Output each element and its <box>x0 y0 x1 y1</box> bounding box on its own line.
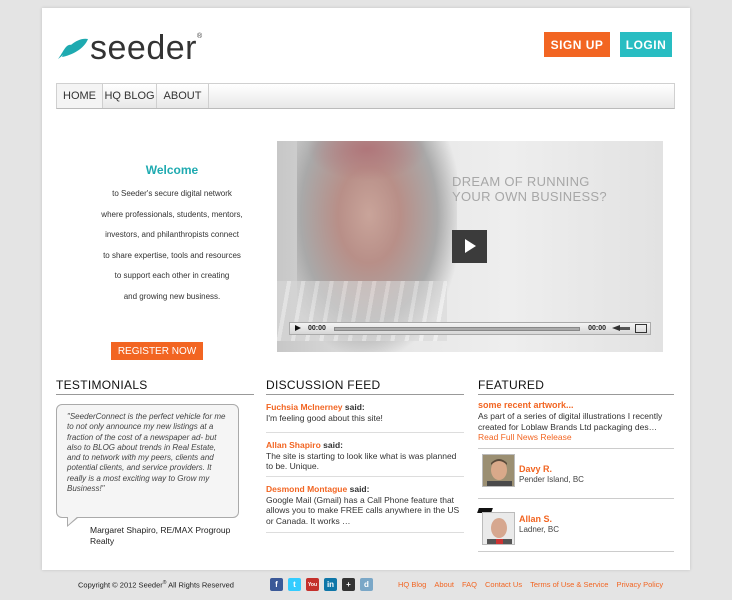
login-button[interactable]: LOGIN <box>620 32 672 57</box>
twitter-icon[interactable]: t <box>288 578 301 591</box>
logo-registered-mark: ® <box>196 32 203 40</box>
video-caption-line: YOUR OWN BUSINESS? <box>452 189 607 204</box>
featured-person-name[interactable]: Allan S. <box>519 514 552 524</box>
delicious-icon[interactable]: d <box>360 578 373 591</box>
nav-hq-blog[interactable]: HQ BLOG <box>103 84 157 108</box>
welcome-title: Welcome <box>145 163 199 177</box>
discussion-author-link[interactable]: Fuchsia McInerney <box>266 402 343 412</box>
video-progress-bar[interactable] <box>333 326 581 331</box>
said-label: said: <box>349 484 370 494</box>
copyright-suffix: All Rights Reserved <box>166 580 234 590</box>
testimonials-title: TESTIMONIALS <box>56 378 148 392</box>
divider <box>266 532 464 533</box>
discussion-feed-title: DISCUSSION FEED <box>266 378 381 392</box>
welcome-line: and growing new business. <box>123 291 221 301</box>
copyright-prefix: Copyright © 2012 Seeder <box>78 580 163 590</box>
footer-link-faq[interactable]: FAQ <box>462 580 477 589</box>
video-caption-line: DREAM OF RUNNING <box>452 174 590 189</box>
discussion-author-link[interactable]: Desmond Montague <box>266 484 347 494</box>
video-thumbnail-detail <box>307 141 427 181</box>
said-label: said: <box>323 440 344 450</box>
welcome-line: where professionals, students, mentors, <box>101 209 243 219</box>
welcome-line: to share expertise, tools and resources <box>103 250 241 260</box>
testimonial-author: Margaret Shapiro, RE/MAX Progroup Realty <box>90 525 231 546</box>
video-player[interactable]: DREAM OF RUNNING YOUR OWN BUSINESS? 00:0… <box>277 141 663 352</box>
footer-links: HQ Blog About FAQ Contact Us Terms of Us… <box>398 580 663 589</box>
page-container: seeder ® SIGN UP LOGIN HOME HQ BLOG ABOU… <box>42 8 690 570</box>
facebook-glyph: f <box>275 580 278 589</box>
featured-person-location: Ladner, BC <box>519 525 560 534</box>
main-nav: HOME HQ BLOG ABOUT <box>56 83 675 109</box>
footer-link-privacy[interactable]: Privacy Policy <box>616 580 663 589</box>
seeder-logo[interactable]: seeder ® <box>56 28 202 68</box>
discussion-text: I'm feeling good about this site! <box>266 412 383 423</box>
video-caption: DREAM OF RUNNING YOUR OWN BUSINESS? <box>452 174 607 204</box>
avatar[interactable] <box>482 512 515 545</box>
divider <box>478 448 674 449</box>
discussion-text: Google Mail (Gmail) has a Call Phone fea… <box>266 494 460 526</box>
volume-icon[interactable] <box>610 324 632 333</box>
footer-link-about[interactable]: About <box>434 580 454 589</box>
divider <box>266 432 464 433</box>
divider <box>478 498 674 499</box>
news-title-link[interactable]: some recent artwork... <box>478 400 574 410</box>
divider <box>478 394 674 395</box>
delicious-glyph: d <box>364 580 369 589</box>
nav-about[interactable]: ABOUT <box>157 84 209 108</box>
plus-icon[interactable]: + <box>342 578 355 591</box>
featured-person-location: Pender Island, BC <box>519 475 584 484</box>
discussion-item: Fuchsia McInerney said: I'm feeling good… <box>266 402 464 423</box>
featured-title: FEATURED <box>478 378 545 392</box>
plus-glyph: + <box>346 580 351 589</box>
video-current-time: 00:00 <box>308 325 326 332</box>
divider <box>478 551 674 552</box>
youtube-glyph: You <box>307 581 318 588</box>
linkedin-glyph: in <box>326 580 335 589</box>
twitter-glyph: t <box>293 580 296 589</box>
divider <box>266 476 464 477</box>
said-label: said: <box>344 402 365 412</box>
featured-person-name[interactable]: Davy R. <box>519 464 552 474</box>
welcome-line: to support each other in creating <box>114 271 230 280</box>
footer-link-terms[interactable]: Terms of Use & Service <box>530 580 608 589</box>
video-total-time: 00:00 <box>588 325 606 332</box>
testimonial-quote: "SeederConnect is the perfect vehicle fo… <box>56 404 239 518</box>
logo-text: seeder <box>90 28 197 67</box>
footer-link-hq-blog[interactable]: HQ Blog <box>398 580 426 589</box>
nav-home[interactable]: HOME <box>57 84 103 108</box>
divider <box>56 394 254 395</box>
speech-bubble-tail-fill <box>68 516 78 525</box>
discussion-author-link[interactable]: Allan Shapiro <box>266 440 321 450</box>
person-photo-icon <box>483 455 514 486</box>
person-photo-icon <box>483 513 514 544</box>
copyright-text: Copyright © 2012 Seeder® All Rights Rese… <box>78 580 234 590</box>
read-full-news-link[interactable]: Read Full News Release <box>478 432 572 442</box>
sign-up-button[interactable]: SIGN UP <box>544 32 610 57</box>
news-excerpt: As part of a series of digital illustrat… <box>478 411 663 432</box>
welcome-line: to Seeder's secure digital network <box>112 189 232 198</box>
play-icon[interactable] <box>292 323 304 334</box>
video-controls: 00:00 00:00 <box>289 322 651 335</box>
facebook-icon[interactable]: f <box>270 578 283 591</box>
divider <box>266 394 464 395</box>
footer-link-contact[interactable]: Contact Us <box>485 580 522 589</box>
leaf-icon <box>58 38 88 59</box>
linkedin-icon[interactable]: in <box>324 578 337 591</box>
discussion-text: The site is starting to look like what i… <box>266 450 457 472</box>
register-now-button[interactable]: REGISTER NOW <box>111 342 203 360</box>
avatar[interactable] <box>482 454 515 487</box>
video-play-button[interactable] <box>452 230 487 263</box>
welcome-section: Welcome to Seeder's secure digital netwo… <box>82 163 262 307</box>
fullscreen-icon[interactable] <box>635 324 647 333</box>
discussion-item: Allan Shapiro said: The site is starting… <box>266 440 464 472</box>
welcome-line: investors, and philanthropists connect <box>105 230 239 239</box>
youtube-icon[interactable]: You <box>306 578 319 591</box>
discussion-item: Desmond Montague said: Google Mail (Gmai… <box>266 484 464 526</box>
